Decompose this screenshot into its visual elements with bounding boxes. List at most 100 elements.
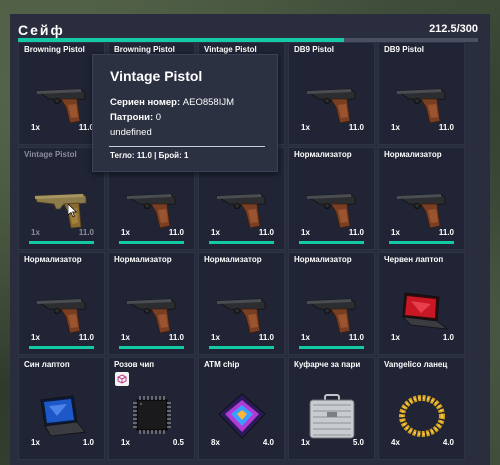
- item-name: Син лаптоп: [24, 360, 70, 369]
- item-count: 1x: [31, 123, 40, 132]
- item-name: Нормализатор: [294, 255, 352, 264]
- item-weight: 4.0: [262, 438, 274, 447]
- pistol-icon: [211, 182, 273, 232]
- item-weight: 11.0: [258, 333, 274, 342]
- item-count: 1x: [31, 228, 40, 237]
- pistol-icon: [391, 77, 453, 127]
- cube-icon: [115, 372, 129, 386]
- inventory-slot[interactable]: DB9 Pistol 1x 11.0: [378, 42, 465, 145]
- item-name: DB9 Pistol: [294, 45, 335, 54]
- briefcase-icon: [301, 392, 363, 442]
- item-count: 1x: [121, 438, 130, 447]
- item-weight: 11.0: [438, 123, 454, 132]
- item-count: 1x: [301, 228, 310, 237]
- item-tooltip: Vintage Pistol Сериен номер: AEO858IJM П…: [92, 54, 278, 172]
- item-name: ATM chip: [204, 360, 240, 369]
- inventory-weight: 212.5/300: [429, 23, 478, 35]
- pistol-icon: [121, 287, 183, 337]
- inventory-slot[interactable]: Нормализатор 1x 11.0: [198, 252, 285, 355]
- pistol-icon: [391, 182, 453, 232]
- inventory-slot[interactable]: Нормализатор 1x 11.0: [18, 252, 105, 355]
- item-name: Нормализатор: [294, 150, 352, 159]
- item-name: Vintage Pistol: [204, 45, 257, 54]
- item-weight: 11.0: [348, 333, 364, 342]
- durability-bar: [119, 241, 184, 244]
- item-weight: 11.0: [258, 228, 274, 237]
- durability-bar: [299, 346, 364, 349]
- chip-icon: [121, 392, 183, 442]
- item-count: 4x: [391, 438, 400, 447]
- item-name: Browning Pistol: [114, 45, 175, 54]
- pistol-icon: [121, 182, 183, 232]
- item-weight: 11.0: [348, 228, 364, 237]
- item-count: 1x: [211, 228, 220, 237]
- inventory-slot[interactable]: Нормализатор 1x 11.0: [378, 147, 465, 250]
- tooltip-title: Vintage Pistol: [110, 68, 203, 84]
- tooltip-serial-value: AEO858IJM: [182, 97, 235, 108]
- item-count: 1x: [391, 228, 400, 237]
- inventory-slot[interactable]: Червен лаптоп 1x 1.0: [378, 252, 465, 355]
- item-weight: 11.0: [438, 228, 454, 237]
- item-weight: 11.0: [168, 333, 184, 342]
- item-count: 1x: [121, 228, 130, 237]
- durability-bar: [209, 346, 274, 349]
- inventory-slot[interactable]: ATM chip 8x 4.0: [198, 357, 285, 460]
- inventory-slot[interactable]: DB9 Pistol 1x 11.0: [288, 42, 375, 145]
- pistol-icon: [211, 287, 273, 337]
- item-count: 1x: [301, 438, 310, 447]
- red-laptop-icon: [391, 287, 453, 337]
- durability-bar: [29, 346, 94, 349]
- item-name: Нормализатор: [384, 150, 442, 159]
- item-weight: 4.0: [442, 438, 454, 447]
- item-count: 1x: [31, 438, 40, 447]
- inventory-slot[interactable]: Нормализатор 1x 11.0: [288, 252, 375, 355]
- vintage-pistol-icon: [31, 182, 93, 232]
- inventory-slot[interactable]: Син лаптоп 1x 1.0: [18, 357, 105, 460]
- item-count: 1x: [301, 123, 310, 132]
- inventory-title: Сейф: [18, 22, 65, 38]
- pistol-icon: [301, 182, 363, 232]
- tooltip-serial-label: Сериен номер:: [110, 97, 181, 108]
- item-count: 1x: [391, 333, 400, 342]
- item-weight: 1.0: [442, 333, 454, 342]
- tooltip-ammo: Патрони: 0: [110, 112, 161, 123]
- inventory-slot[interactable]: Vangelico ланец 4x 4.0: [378, 357, 465, 460]
- item-count: 1x: [121, 333, 130, 342]
- pistol-icon: [31, 287, 93, 337]
- item-weight: 11.0: [348, 123, 364, 132]
- tooltip-footer: Тегло: 11.0 | Брой: 1: [110, 151, 189, 160]
- inventory-slot[interactable]: Нормализатор 1x 11.0: [288, 147, 375, 250]
- tooltip-divider: [109, 146, 265, 147]
- pistol-icon: [301, 77, 363, 127]
- durability-bar: [209, 241, 274, 244]
- item-name: Нормализатор: [114, 255, 172, 264]
- item-weight: 11.0: [168, 228, 184, 237]
- item-name: Червен лаптоп: [384, 255, 444, 264]
- tooltip-serial: Сериен номер: AEO858IJM: [110, 97, 234, 108]
- durability-bar: [299, 241, 364, 244]
- durability-bar: [119, 346, 184, 349]
- item-name: Нормализатор: [24, 255, 82, 264]
- item-count: 1x: [211, 333, 220, 342]
- item-name: Vintage Pistol: [24, 150, 77, 159]
- item-name: Нормализатор: [204, 255, 262, 264]
- durability-bar: [389, 241, 454, 244]
- tooltip-extra: undefined: [110, 127, 152, 138]
- gold-chain-icon: [391, 392, 453, 442]
- item-weight: 11.0: [78, 228, 94, 237]
- tooltip-ammo-value: 0: [155, 112, 162, 123]
- pistol-icon: [31, 77, 93, 127]
- item-name: Browning Pistol: [24, 45, 85, 54]
- item-name: Vangelico ланец: [384, 360, 448, 369]
- inventory-slot[interactable]: Куфарче за пари 1x 5.0: [288, 357, 375, 460]
- item-name: DB9 Pistol: [384, 45, 425, 54]
- item-count: 1x: [391, 123, 400, 132]
- item-name: Розов чип: [114, 360, 155, 369]
- durability-bar: [29, 241, 94, 244]
- item-name: Куфарче за пари: [294, 360, 361, 369]
- item-count: 1x: [301, 333, 310, 342]
- inventory-slot[interactable]: Нормализатор 1x 11.0: [108, 252, 195, 355]
- item-weight: 5.0: [352, 438, 364, 447]
- atm-chip-icon: [211, 392, 273, 442]
- inventory-slot[interactable]: Розов чип 1x 0.5: [108, 357, 195, 460]
